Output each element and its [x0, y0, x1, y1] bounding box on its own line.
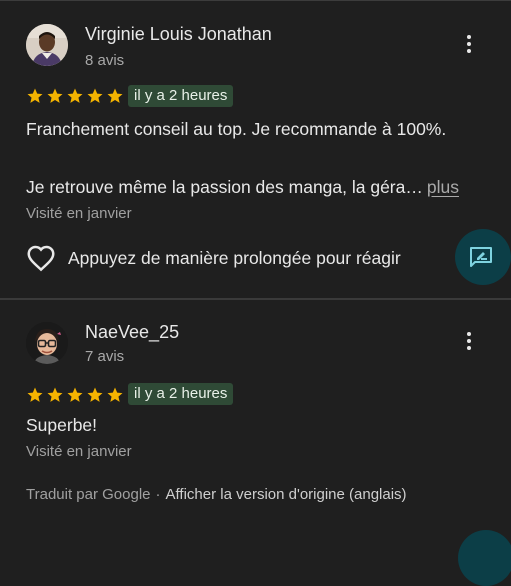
avatar[interactable] — [26, 24, 68, 66]
react-label: Appuyez de manière prolongée pour réagir — [68, 247, 401, 268]
visited-date: Visité en janvier — [26, 205, 132, 222]
reply-button[interactable] — [455, 229, 511, 285]
translated-by: Traduit par Google — [26, 486, 151, 503]
time-badge: il y a 2 heures — [128, 85, 234, 107]
star-icon — [87, 88, 103, 103]
star-icon — [47, 88, 63, 103]
star-icon — [87, 387, 103, 402]
review-text: Superbe! — [26, 415, 98, 435]
avatar[interactable] — [26, 322, 68, 364]
review-text-line: Je retrouve même la passion des manga, l… — [26, 177, 459, 198]
star-icon — [107, 88, 123, 103]
translation-note: Traduit par Google · Afficher la version d… — [26, 486, 407, 503]
more-link[interactable]: plus — [427, 177, 459, 197]
review-text-line: Franchement conseil au top. Je recommand… — [26, 119, 447, 139]
react-button[interactable]: Appuyez de manière prolongée pour réagir — [26, 243, 401, 273]
reply-button-partial[interactable] — [458, 530, 511, 586]
star-rating — [26, 385, 124, 405]
heart-outline-icon — [27, 245, 55, 272]
review-card: NaeVee_25 7 avis il y a 2 heures Superbe… — [0, 300, 511, 540]
author-name[interactable]: NaeVee_25 — [85, 322, 179, 343]
reply-edit-icon — [470, 247, 492, 267]
more-vert-icon[interactable] — [458, 332, 480, 350]
star-icon — [107, 387, 123, 402]
show-original-link[interactable]: Afficher la version d'origine (anglais) — [166, 486, 407, 503]
star-icon — [27, 88, 43, 103]
time-badge: il y a 2 heures — [128, 383, 234, 405]
review-count: 7 avis — [85, 348, 125, 365]
star-icon — [47, 387, 63, 402]
more-vert-icon[interactable] — [458, 35, 480, 53]
review-count: 8 avis — [85, 52, 125, 69]
review-text-truncated: Je retrouve même la passion des manga, l… — [26, 177, 423, 197]
star-icon — [27, 387, 43, 402]
star-rating — [26, 86, 124, 106]
star-icon — [67, 88, 83, 103]
star-icon — [67, 387, 83, 402]
visited-date: Visité en janvier — [26, 443, 132, 460]
separator: · — [155, 486, 161, 503]
review-card: Virginie Louis Jonathan 8 avis il y a 2 … — [0, 0, 511, 298]
author-name[interactable]: Virginie Louis Jonathan — [85, 24, 272, 45]
